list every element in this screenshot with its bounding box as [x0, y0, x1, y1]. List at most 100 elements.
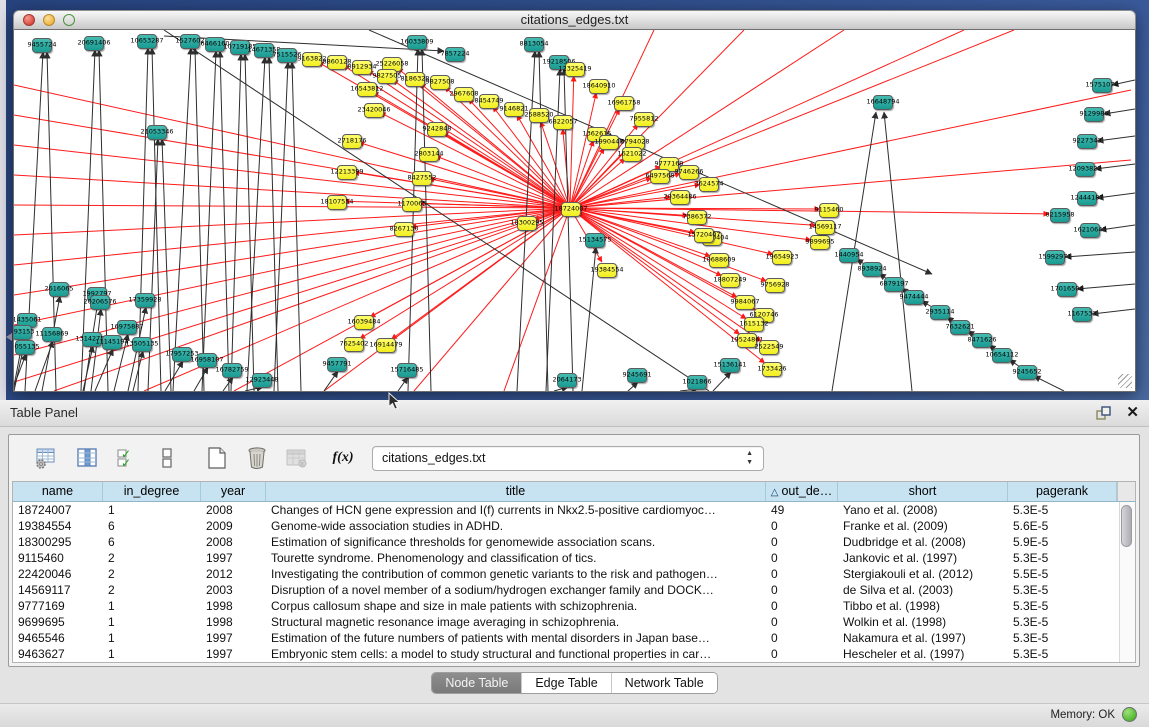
network-node[interactable]: 8267130 [394, 222, 414, 237]
network-node[interactable]: 20691406 [84, 36, 104, 51]
network-node[interactable]: 17359928 [135, 293, 155, 308]
network-node[interactable]: 18724007 [561, 202, 581, 217]
table-row[interactable]: 1456911722003Disruption of a novel membe… [13, 582, 1135, 598]
table-panel-titlebar[interactable]: Table Panel ✕ [0, 400, 1149, 427]
table-selector-dropdown[interactable]: citations_edges.txt ▲▼ [372, 446, 764, 471]
network-node[interactable]: 15716485 [397, 363, 417, 378]
network-node[interactable]: 6466160 [205, 37, 225, 52]
table-vertical-scrollbar[interactable] [1119, 502, 1135, 662]
network-node[interactable]: 9146821 [504, 102, 524, 117]
network-node[interactable]: 7386372 [687, 210, 707, 225]
network-canvas[interactable]: 9455724206914061065328715276026466160107… [13, 30, 1136, 392]
network-node[interactable]: 20364486 [670, 190, 690, 205]
network-node[interactable]: 8938924 [862, 262, 882, 277]
show-columns-icon[interactable] [74, 445, 100, 471]
minimize-button[interactable] [43, 14, 55, 26]
network-node[interactable]: 12325419 [565, 62, 585, 77]
network-node[interactable]: 10688609 [709, 253, 729, 268]
network-node[interactable]: 16543812 [357, 82, 377, 97]
network-node[interactable]: 13505135 [132, 337, 152, 352]
table-row[interactable]: 1938455462009Genome-wide association stu… [13, 518, 1135, 534]
network-node[interactable]: 2967608 [454, 87, 474, 102]
network-node[interactable]: 1170065 [402, 197, 422, 212]
tab-edge-table[interactable]: Edge Table [521, 673, 610, 693]
network-node[interactable]: 9827508 [430, 75, 450, 90]
network-node[interactable]: 2064173 [557, 373, 577, 388]
network-node[interactable]: 15136141 [720, 358, 740, 373]
network-node[interactable]: 8215958 [1050, 208, 1070, 223]
network-node[interactable]: 9746266 [679, 165, 699, 180]
network-node[interactable]: 18640910 [589, 79, 609, 94]
network-node[interactable]: 16033809 [407, 35, 427, 50]
network-node[interactable]: 393153 [13, 325, 32, 340]
network-node[interactable]: 17957253 [172, 347, 192, 362]
network-node[interactable]: 11145194 [102, 335, 122, 350]
network-node[interactable]: 15751074 [1092, 78, 1112, 93]
table-row[interactable]: 1830029562008Estimation of significance … [13, 534, 1135, 550]
resize-grip-icon[interactable] [1118, 374, 1132, 388]
network-node[interactable]: 12093822 [1075, 162, 1095, 177]
network-node[interactable]: 18807249 [720, 273, 740, 288]
network-node[interactable]: 9163822 [302, 52, 322, 67]
column-header-short[interactable]: short [838, 482, 1008, 501]
network-node[interactable]: 12923448 [252, 373, 272, 388]
network-node[interactable]: 21053346 [147, 125, 167, 140]
network-node[interactable]: 15134575 [585, 233, 605, 248]
network-node[interactable]: 1527602 [180, 34, 200, 49]
column-header-year[interactable]: year [201, 482, 266, 501]
network-node[interactable]: 9984067 [735, 295, 755, 310]
network-node[interactable]: 16782759 [222, 363, 242, 378]
network-node[interactable]: 1021866 [687, 375, 707, 390]
zoom-button[interactable] [63, 14, 75, 26]
collapse-panel-arrow-icon[interactable] [6, 333, 12, 341]
network-node[interactable]: 9242848 [427, 122, 447, 137]
network-node[interactable]: 23420046 [364, 103, 384, 118]
network-node[interactable]: 10654112 [992, 348, 1012, 363]
table-row[interactable]: 969969511998Structural magnetic resonanc… [13, 614, 1135, 630]
network-node[interactable]: 16648794 [873, 95, 893, 110]
network-node[interactable]: 9129986 [1084, 107, 1104, 122]
network-node[interactable]: 12213399 [337, 165, 357, 180]
network-node[interactable]: 3624574 [699, 177, 719, 192]
network-node[interactable]: 9245691 [627, 368, 647, 383]
network-node[interactable]: 9457791 [327, 357, 347, 372]
new-column-icon[interactable] [204, 445, 230, 471]
network-node[interactable]: 9756928 [765, 278, 785, 293]
column-header-outde[interactable]: △out_de… [766, 482, 838, 501]
network-node[interactable]: 7955812 [634, 112, 654, 127]
network-node[interactable]: 1990448 [599, 135, 619, 150]
network-node[interactable]: 7632621 [950, 320, 970, 335]
network-node[interactable]: 7515526 [277, 48, 297, 63]
close-panel-icon[interactable]: ✕ [1126, 404, 1139, 422]
network-node[interactable]: 2803144 [419, 147, 439, 162]
table-row[interactable]: 1872400712008Changes of HCN gene express… [13, 502, 1135, 518]
network-node[interactable]: 16210643 [1080, 223, 1100, 238]
network-node[interactable]: 8427552 [412, 171, 432, 186]
scrollbar-thumb[interactable] [1121, 505, 1132, 547]
network-node[interactable]: 6822057 [553, 115, 573, 130]
network-node[interactable]: 9245652 [1017, 365, 1037, 380]
cell-options-icon[interactable] [154, 445, 180, 471]
network-node[interactable]: 1167533 [1072, 307, 1092, 322]
network-node[interactable]: 8454749 [479, 94, 499, 109]
network-node[interactable]: 18107554 [327, 195, 347, 210]
memory-status-indicator[interactable] [1122, 707, 1137, 722]
network-node[interactable]: 16958107 [197, 353, 217, 368]
network-node[interactable]: 16039484 [354, 315, 374, 330]
network-node[interactable]: 7857224 [445, 47, 465, 62]
network-node[interactable]: 1440954 [839, 248, 859, 263]
network-node[interactable]: 9474444 [904, 290, 924, 305]
table-row[interactable]: 946362711997Embryonic stem cells: a mode… [13, 646, 1135, 662]
network-node[interactable]: 15992971 [1045, 250, 1065, 265]
network-node[interactable]: 8860128 [327, 55, 347, 70]
network-node[interactable]: 9455724 [32, 38, 52, 53]
network-view-window[interactable]: citations_edges.txt 94557242069140610653… [13, 10, 1136, 391]
network-node[interactable]: 6497568 [650, 169, 670, 184]
network-node[interactable]: 1733426 [762, 362, 782, 377]
network-node[interactable]: 12444187 [1077, 191, 1097, 206]
network-node[interactable]: 15720407 [694, 228, 714, 243]
network-node[interactable]: 16975887 [117, 320, 137, 335]
table-body[interactable]: 1872400712008Changes of HCN gene express… [13, 502, 1135, 662]
network-node[interactable]: 8186328 [405, 72, 425, 87]
network-node[interactable]: 18300295 [517, 216, 537, 231]
